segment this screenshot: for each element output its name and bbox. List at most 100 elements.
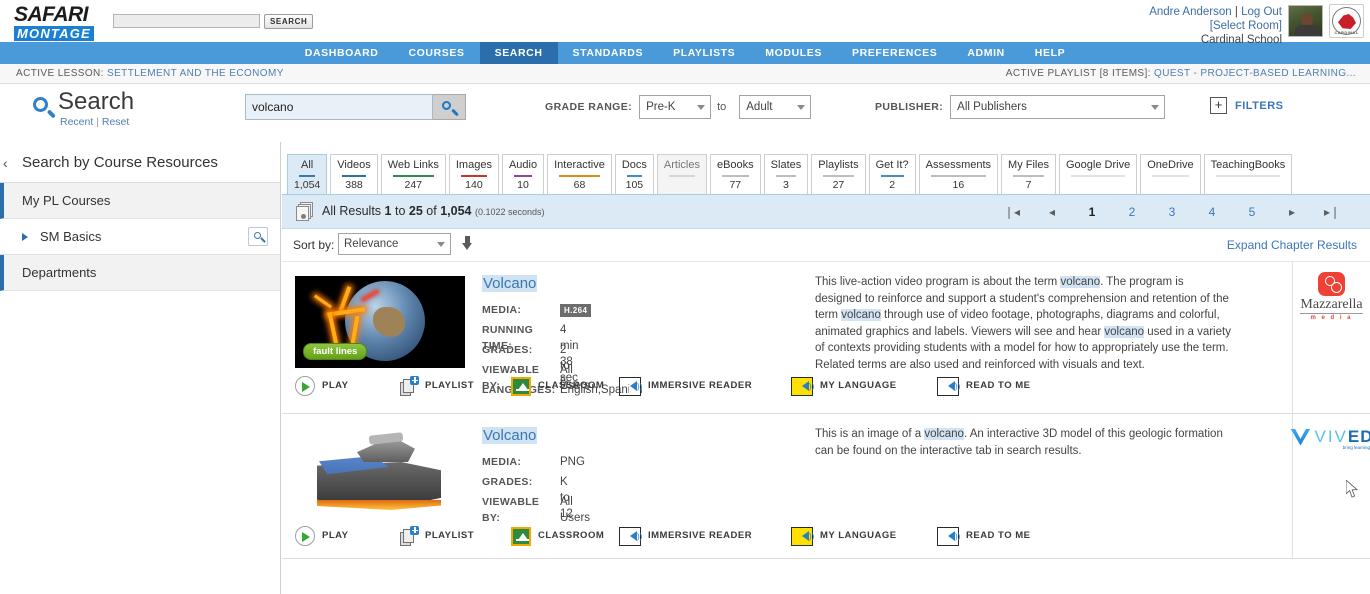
tab-images[interactable]: Images 140 <box>448 154 499 194</box>
pager-page-5[interactable]: 5 <box>1232 205 1272 219</box>
sort-select[interactable]: Relevance <box>338 233 451 255</box>
action-playlist-1[interactable]: PLAYLIST <box>400 369 474 403</box>
pager-prev-button[interactable]: ◂ <box>1032 205 1072 219</box>
result-card-1: fault lines Volcano MEDIA: H.264 RUNNING… <box>282 262 1370 414</box>
desc-highlight: volcano <box>1104 325 1145 338</box>
avatar[interactable] <box>1288 5 1323 37</box>
action-my-language-1[interactable]: )) MY LANGUAGE <box>791 369 897 403</box>
active-playlist: ACTIVE PLAYLIST [8 ITEMS]: QUEST - PROJE… <box>1006 64 1356 84</box>
nav-item-modules[interactable]: MODULES <box>750 42 837 64</box>
tab-docs[interactable]: Docs 105 <box>614 154 654 194</box>
tab-all[interactable]: All 1,054 <box>287 154 328 194</box>
nav-item-standards[interactable]: STANDARDS <box>558 42 659 64</box>
tab-playlists[interactable]: Playlists 27 <box>811 154 866 194</box>
pager-first-button[interactable]: ❘◂ <box>992 205 1032 219</box>
action-playlist-2[interactable]: PLAYLIST <box>400 519 474 553</box>
tab-underline <box>392 175 434 177</box>
global-search-button[interactable]: SEARCH <box>264 14 314 29</box>
tab-count <box>1211 179 1286 191</box>
action-my-language-2[interactable]: )) MY LANGUAGE <box>791 519 897 553</box>
active-playlist-link[interactable]: QUEST - PROJECT-BASED LEARNING... <box>1154 68 1356 79</box>
pager-page-1[interactable]: 1 <box>1072 205 1112 219</box>
search-submit-button[interactable] <box>433 94 466 120</box>
result-title-2[interactable]: Volcano <box>482 427 538 444</box>
chevron-down-icon <box>697 105 706 110</box>
sidebar-collapse-icon[interactable]: ‹ <box>3 156 8 170</box>
search-input[interactable] <box>245 94 433 120</box>
nav-item-playlists[interactable]: PLAYLISTS <box>658 42 750 64</box>
safari-montage-logo[interactable]: SAFARI MONTAGE <box>14 4 109 41</box>
meta-key: MEDIA: <box>482 304 522 316</box>
sort-direction-icon[interactable] <box>462 236 473 251</box>
reset-link[interactable]: Reset <box>102 116 129 128</box>
school-name: Cardinal School <box>1200 34 1282 46</box>
tab-google-drive[interactable]: Google Drive <box>1059 154 1138 194</box>
pager-last-button[interactable]: ▸❘ <box>1312 205 1352 219</box>
tab-articles[interactable]: Articles <box>656 154 707 194</box>
tab-my-files[interactable]: My Files 7 <box>1001 154 1056 194</box>
sidebar-search-icon-button[interactable] <box>248 227 268 246</box>
tab-underline <box>721 175 749 177</box>
grade-from-select[interactable]: Pre-K <box>639 95 712 119</box>
volcano-magma-layer <box>317 500 441 510</box>
tab-label: Articles <box>663 159 700 171</box>
tab-slates[interactable]: Slates 3 <box>763 154 809 194</box>
tab-audio[interactable]: Audio 10 <box>501 154 545 194</box>
action-read-to-me-1[interactable]: )) READ TO ME <box>937 369 1030 403</box>
global-search-input[interactable] <box>113 14 260 28</box>
tab-count: 247 <box>404 179 423 191</box>
tab-count: 10 <box>517 179 529 191</box>
expand-chapter-results-link[interactable]: Expand Chapter Results <box>1227 238 1357 252</box>
result-title-1[interactable]: Volcano <box>482 275 538 292</box>
tab-web-links[interactable]: Web Links 247 <box>380 154 446 194</box>
recent-link[interactable]: Recent <box>60 116 93 128</box>
user-name-link[interactable]: Andre Anderson <box>1149 6 1231 18</box>
nav-item-preferences[interactable]: PREFERENCES <box>837 42 952 64</box>
tab-get-it[interactable]: Get It? 2 <box>868 154 916 194</box>
active-lesson: ACTIVE LESSON: SETTLEMENT AND THE ECONOM… <box>16 64 284 84</box>
tab-videos[interactable]: Videos 388 <box>330 154 378 194</box>
nav-item-admin[interactable]: ADMIN <box>952 42 1019 64</box>
pager-page-2[interactable]: 2 <box>1112 205 1152 219</box>
tab-onedrive[interactable]: OneDrive <box>1140 154 1201 194</box>
tab-teachingbooks[interactable]: TeachingBooks <box>1203 154 1293 194</box>
action-immersive-reader-2[interactable]: )) IMMERSIVE READER <box>619 519 752 553</box>
chevron-down-icon <box>437 242 445 247</box>
action-label: PLAYLIST <box>425 380 475 391</box>
nav-item-help[interactable]: HELP <box>1020 42 1080 64</box>
action-classroom-2[interactable]: CLASSROOM <box>511 519 604 553</box>
sidebar-item-sm-basics[interactable]: SM Basics <box>0 219 280 255</box>
tab-count <box>1147 179 1193 191</box>
results-from: 1 <box>384 204 392 218</box>
tab-assessments[interactable]: Assessments 16 <box>918 154 999 194</box>
nav-item-courses[interactable]: COURSES <box>393 42 479 64</box>
action-immersive-reader-1[interactable]: )) IMMERSIVE READER <box>619 369 752 403</box>
action-play-2[interactable]: PLAY <box>295 519 348 553</box>
active-lesson-link[interactable]: SETTLEMENT AND THE ECONOMY <box>107 68 284 79</box>
action-classroom-1[interactable]: CLASSROOM <box>511 369 604 403</box>
result-actions-2: PLAY PLAYLIST CLASSROOM )) IMMERSIVE REA… <box>282 519 1370 553</box>
active-context-strip: ACTIVE LESSON: SETTLEMENT AND THE ECONOM… <box>0 64 1370 84</box>
select-room-link[interactable]: [Select Room] <box>1210 20 1282 32</box>
action-label: CLASSROOM <box>538 530 605 541</box>
sidebar-item-my-pl-courses[interactable]: My PL Courses <box>0 183 280 219</box>
pager-page-3[interactable]: 3 <box>1152 205 1192 219</box>
grade-to-select[interactable]: Adult <box>739 95 812 119</box>
tab-ebooks[interactable]: eBooks 77 <box>709 154 761 194</box>
tab-interactive[interactable]: Interactive 68 <box>547 154 612 194</box>
action-play-1[interactable]: PLAY <box>295 369 348 403</box>
tab-underline <box>668 175 695 177</box>
sidebar-item-departments[interactable]: Departments <box>0 255 280 291</box>
result-thumbnail-1[interactable]: fault lines <box>295 276 465 368</box>
tab-count: 77 <box>729 179 742 191</box>
action-read-to-me-2[interactable]: )) READ TO ME <box>937 519 1030 553</box>
pager-next-button[interactable]: ▸ <box>1272 205 1312 219</box>
pager-page-4[interactable]: 4 <box>1192 205 1232 219</box>
publisher-select[interactable]: All Publishers <box>950 95 1166 119</box>
nav-item-search[interactable]: SEARCH <box>479 42 558 64</box>
logout-link[interactable]: Log Out <box>1241 6 1282 18</box>
action-label: IMMERSIVE READER <box>648 380 753 391</box>
result-thumbnail-2[interactable] <box>295 422 465 518</box>
nav-item-dashboard[interactable]: DASHBOARD <box>290 42 394 64</box>
grade-range-group: GRADE RANGE: Pre-K to Adult <box>545 94 812 120</box>
